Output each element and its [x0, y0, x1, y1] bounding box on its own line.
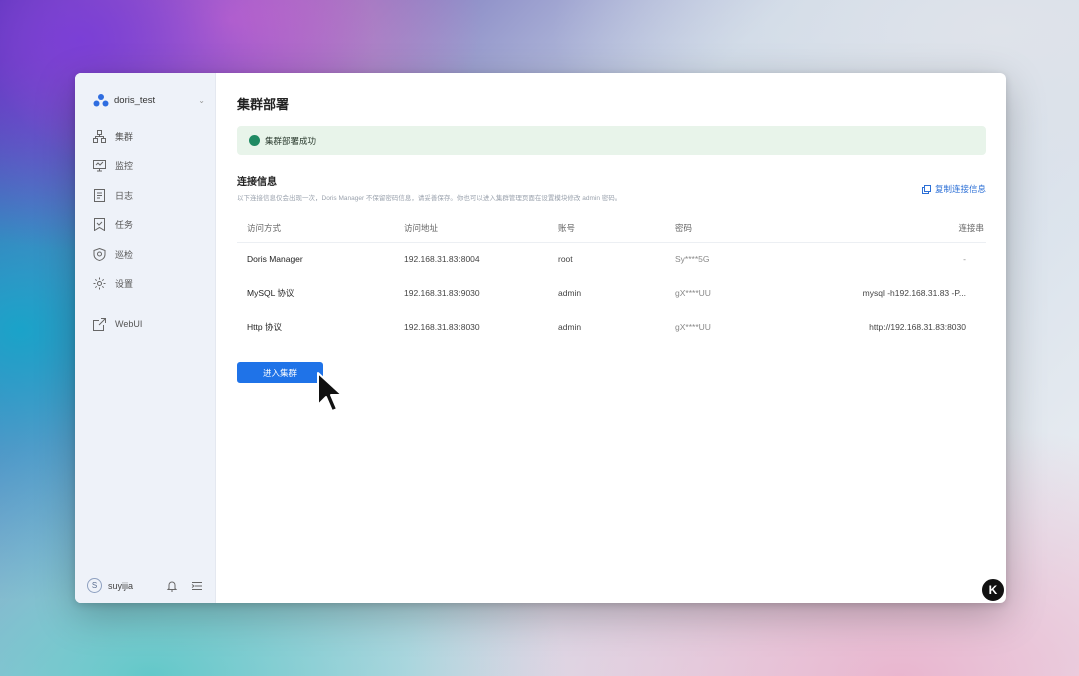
cell-access-method: MySQL 协议 — [247, 288, 295, 298]
sidebar-item-monitor[interactable]: 监控 — [93, 155, 205, 177]
section-title: 连接信息 — [237, 177, 277, 188]
sidebar-item-webui[interactable]: WebUI — [93, 313, 205, 335]
task-icon — [94, 218, 105, 231]
cell-access-method: Http 协议 — [247, 322, 282, 332]
log-icon — [94, 188, 105, 202]
enter-cluster-button[interactable]: 进入集群 — [237, 362, 323, 383]
column-header: 密码 — [675, 214, 815, 243]
sidebar-item-label: 巡检 — [115, 249, 134, 260]
cell-address: 192.168.31.83:8004 — [404, 254, 480, 265]
table-row: Doris Manager 192.168.31.83:8004 root Sy… — [237, 242, 986, 276]
cell-account: admin — [558, 288, 582, 298]
sidebar-item-label: 监控 — [115, 161, 134, 171]
mouse-cursor-icon — [317, 372, 343, 412]
cluster-icon — [93, 129, 106, 143]
sidebar-item-label: 日志 — [115, 190, 134, 201]
cell-connection-string: http://192.168.31.83:8030 — [869, 322, 966, 332]
copy-icon — [921, 184, 931, 194]
column-header: 账号 — [558, 214, 675, 243]
nav-separator — [75, 302, 215, 313]
column-header: 连接串 — [815, 214, 986, 243]
copy-connection-info-button[interactable]: 复制连接信息 — [921, 183, 986, 195]
cell-access-method: Doris Manager — [247, 254, 303, 265]
workspace-name: doris_test — [114, 94, 156, 106]
main-content: 集群部署 集群部署成功 连接信息 以下连接信息仅会出现一次，Doris Mana… — [216, 73, 1006, 603]
bell-icon[interactable] — [166, 580, 178, 592]
user-bar: S suyijia — [87, 578, 203, 593]
sidebar: doris_test ⌄ 集群 监控 日志 任务 巡检 设置 WebUI S s… — [75, 73, 216, 603]
cell-password: Sy****5G — [675, 254, 710, 265]
workspace-selector[interactable]: doris_test ⌄ — [93, 89, 205, 111]
table-header-row: 访问方式 访问地址 账号 密码 连接串 — [237, 214, 986, 243]
external-link-icon — [93, 317, 106, 331]
column-header: 访问方式 — [237, 214, 404, 243]
success-alert: 集群部署成功 — [237, 126, 986, 155]
sidebar-item-label: WebUI — [115, 319, 143, 329]
settings-icon — [93, 277, 106, 290]
menu-collapse-icon[interactable] — [191, 580, 203, 592]
alert-text: 集群部署成功 — [265, 135, 317, 146]
floating-badge[interactable]: K — [980, 577, 1006, 603]
sidebar-item-cluster[interactable]: 集群 — [93, 125, 205, 147]
sidebar-item-inspection[interactable]: 巡检 — [93, 243, 205, 265]
avatar[interactable]: S — [87, 578, 102, 593]
monitor-icon — [93, 160, 106, 172]
sidebar-item-label: 设置 — [115, 279, 134, 289]
sidebar-item-task[interactable]: 任务 — [93, 214, 205, 236]
sidebar-item-label: 任务 — [115, 220, 134, 230]
cell-account: root — [558, 254, 573, 265]
inspection-icon — [93, 247, 106, 261]
table-row: Http 协议 192.168.31.83:8030 admin gX****U… — [237, 310, 986, 344]
success-icon — [249, 135, 260, 146]
app-window: doris_test ⌄ 集群 监控 日志 任务 巡检 设置 WebUI S s… — [75, 73, 1006, 603]
connection-table: 访问方式 访问地址 账号 密码 连接串 Doris Manager 192.16… — [237, 214, 986, 344]
sidebar-item-label: 集群 — [115, 131, 134, 142]
cell-address: 192.168.31.83:9030 — [404, 288, 480, 298]
sidebar-item-log[interactable]: 日志 — [93, 184, 205, 206]
user-name: suyijia — [108, 580, 134, 591]
page-title: 集群部署 — [237, 97, 290, 112]
copy-label: 复制连接信息 — [934, 184, 986, 194]
table-row: MySQL 协议 192.168.31.83:9030 admin gX****… — [237, 276, 986, 310]
cell-connection-string: - — [963, 254, 966, 265]
cell-connection-string: mysql -h192.168.31.83 -P... — [862, 288, 966, 298]
cell-address: 192.168.31.83:8030 — [404, 322, 480, 332]
connection-section-header: 连接信息 以下连接信息仅会出现一次，Doris Manager 不保留密码信息，… — [237, 173, 986, 202]
sidebar-item-settings[interactable]: 设置 — [93, 273, 205, 295]
chevron-down-icon: ⌄ — [198, 95, 205, 105]
column-header: 访问地址 — [404, 214, 558, 243]
section-note: 以下连接信息仅会出现一次，Doris Manager 不保留密码信息，请妥善保存… — [237, 195, 622, 202]
cell-account: admin — [558, 322, 582, 332]
workspace-icon — [93, 94, 109, 107]
cell-password: gX****UU — [675, 288, 711, 298]
cell-password: gX****UU — [675, 322, 711, 332]
